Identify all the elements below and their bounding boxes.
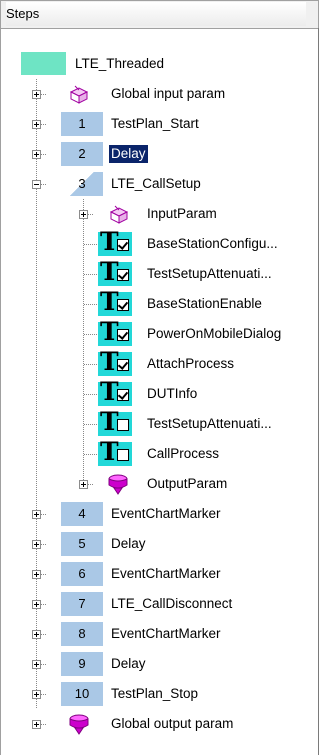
expand-icon[interactable] xyxy=(32,690,41,699)
step-number-badge: 9 xyxy=(61,652,103,676)
tree-item-label: BaseStationConfigu... xyxy=(147,236,278,251)
tree-item-label: PowerOnMobileDialog xyxy=(147,326,282,341)
magenta-gem-icon xyxy=(108,474,128,495)
expand-icon[interactable] xyxy=(32,510,41,519)
tree-item-step-6[interactable]: 6 EventChartMarker xyxy=(1,559,320,589)
steps-header: Steps xyxy=(0,0,319,29)
tree-item-label: Global input param xyxy=(111,86,226,101)
step-number-badge: 10 xyxy=(61,682,103,706)
tree-item-step-2[interactable]: 2 Delay xyxy=(1,139,320,169)
step-number-badge: 1 xyxy=(61,112,103,136)
tree-item-task[interactable]: T AttachProcess xyxy=(1,348,320,379)
tree-item-step-5[interactable]: 5 Delay xyxy=(1,529,320,559)
step-number-badge: 8 xyxy=(61,622,103,646)
tree-root-label: LTE_Threaded xyxy=(75,56,165,71)
tree-item-task[interactable]: T DUTInfo xyxy=(1,378,320,409)
tree-item-label: EventChartMarker xyxy=(111,506,221,521)
tree-item-label: LTE_CallSetup xyxy=(111,176,201,191)
tree-item-step-1[interactable]: 1 TestPlan_Start xyxy=(1,109,320,139)
tree-item-label: Delay xyxy=(111,536,146,551)
step-number-badge: 4 xyxy=(61,502,103,526)
tree-item-label-selected: Delay xyxy=(108,144,149,164)
tree-item-label: Global output param xyxy=(111,716,234,731)
collapse-icon[interactable] xyxy=(32,180,41,189)
task-checkbox-icon[interactable]: T xyxy=(98,318,132,346)
tree-item-label: Delay xyxy=(111,656,146,671)
expand-icon[interactable] xyxy=(32,570,41,579)
step-number-badge: 6 xyxy=(61,562,103,586)
tree-item-label: LTE_CallDisconnect xyxy=(111,596,233,611)
expand-icon[interactable] xyxy=(32,150,41,159)
expand-icon[interactable] xyxy=(32,720,41,729)
tree-item-step-9[interactable]: 9 Delay xyxy=(1,649,320,679)
step-number-badge: 2 xyxy=(61,142,103,166)
task-checkbox-icon[interactable]: T xyxy=(98,348,132,376)
tree-item-task[interactable]: T TestSetupAttenuati... xyxy=(1,258,320,289)
tree-item-label: TestPlan_Start xyxy=(111,116,199,131)
expand-icon[interactable] xyxy=(32,630,41,639)
task-checkbox-icon[interactable]: T xyxy=(98,258,132,286)
tree-item-label: AttachProcess xyxy=(147,356,235,371)
step-number-badge: 7 xyxy=(61,592,103,616)
tree-item-task[interactable]: T BaseStationEnable xyxy=(1,288,320,319)
tree-item-label: TestSetupAttenuati... xyxy=(147,416,272,431)
tree-item-output-param[interactable]: OutputParam xyxy=(1,469,320,499)
tree-item-task[interactable]: T TestSetupAttenuati... xyxy=(1,408,320,439)
tree-item-step-8[interactable]: 8 EventChartMarker xyxy=(1,619,320,649)
tree-item-label: CallProcess xyxy=(147,446,220,461)
tree-item-label: TestPlan_Stop xyxy=(111,686,199,701)
steps-header-label: Steps xyxy=(6,2,306,26)
root-icon xyxy=(21,52,66,75)
tree-item-global-input-param[interactable]: Global input param xyxy=(1,79,320,109)
tree-item-step-10[interactable]: 10 TestPlan_Stop xyxy=(1,679,320,709)
tree-item-label: TestSetupAttenuati... xyxy=(147,266,272,281)
tree-item-input-param[interactable]: InputParam xyxy=(1,199,320,229)
expand-icon[interactable] xyxy=(79,480,88,489)
tree-item-task[interactable]: T PowerOnMobileDialog xyxy=(1,318,320,349)
tree-item-global-output-param[interactable]: Global output param xyxy=(1,709,320,739)
expand-icon[interactable] xyxy=(32,600,41,609)
task-checkbox-icon[interactable]: T xyxy=(98,378,132,406)
tree-item-label: InputParam xyxy=(147,206,217,221)
3d-box-icon xyxy=(109,205,129,224)
magenta-gem-icon xyxy=(69,714,89,735)
tree-item-label: BaseStationEnable xyxy=(147,296,262,311)
task-checkbox-icon[interactable]: T xyxy=(98,228,132,256)
step-number-badge: 5 xyxy=(61,532,103,556)
tree-item-step-3[interactable]: 3 LTE_CallSetup xyxy=(1,169,320,199)
tree-item-label: DUTInfo xyxy=(147,386,198,401)
3d-box-icon xyxy=(69,85,89,104)
tree-item-step-4[interactable]: 4 EventChartMarker xyxy=(1,499,320,529)
task-checkbox-icon[interactable]: T xyxy=(98,408,132,436)
expand-icon[interactable] xyxy=(32,120,41,129)
task-checkbox-icon[interactable]: T xyxy=(98,288,132,316)
steps-tree[interactable]: LTE_Threaded Global input param 1 TestPl… xyxy=(0,28,319,755)
expand-icon[interactable] xyxy=(79,210,88,219)
expand-icon[interactable] xyxy=(32,540,41,549)
expand-icon[interactable] xyxy=(32,660,41,669)
tree-item-step-7[interactable]: 7 LTE_CallDisconnect xyxy=(1,589,320,619)
tree-item-label: OutputParam xyxy=(147,476,228,491)
tree-root[interactable]: LTE_Threaded xyxy=(1,49,320,79)
task-checkbox-icon[interactable]: T xyxy=(98,438,132,466)
tree-item-task[interactable]: T BaseStationConfigu... xyxy=(1,228,320,259)
tree-item-label: EventChartMarker xyxy=(111,566,221,581)
step-number-badge: 3 xyxy=(61,172,103,196)
expand-icon[interactable] xyxy=(32,90,41,99)
tree-item-label: EventChartMarker xyxy=(111,626,221,641)
tree-item-task[interactable]: T CallProcess xyxy=(1,438,320,469)
